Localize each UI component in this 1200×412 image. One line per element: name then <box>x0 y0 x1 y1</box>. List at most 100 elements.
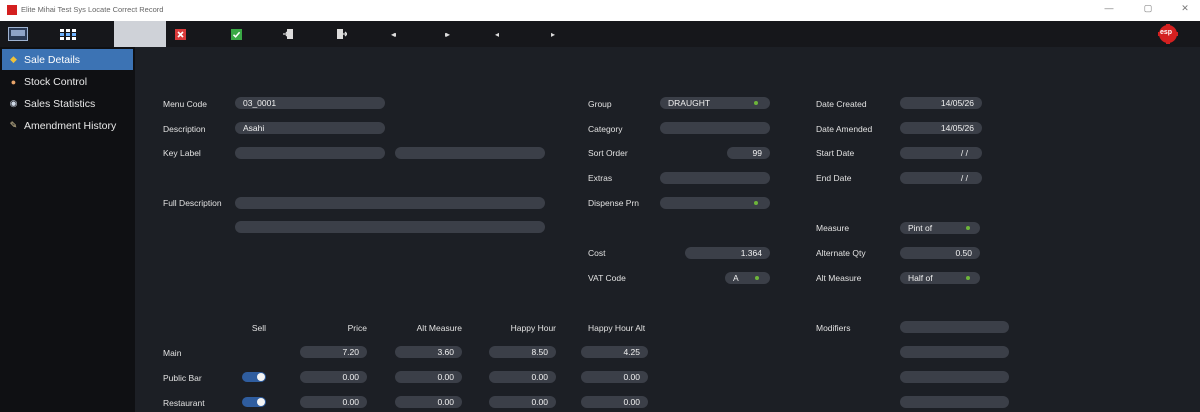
eye-icon: ◉ <box>9 98 18 108</box>
happy-hour-alt-field[interactable]: 0.00 <box>581 371 648 383</box>
dropdown-indicator-icon <box>755 276 759 280</box>
toolbar: ◂◂ ▸▸ ◂ ▸ esp <box>0 21 1200 47</box>
measure-label: Measure <box>816 223 850 233</box>
alternate-qty-field[interactable]: 0.50 <box>900 247 980 259</box>
confirm-button[interactable] <box>216 21 256 47</box>
dispense-prn-label: Dispense Prn <box>588 198 640 208</box>
modifiers-field-3[interactable] <box>900 371 1009 383</box>
end-date-label: End Date <box>816 173 852 183</box>
key-label-field-1[interactable] <box>235 147 385 159</box>
cancel-button[interactable] <box>160 21 200 47</box>
group-dropdown[interactable]: DRAUGHT <box>660 97 770 109</box>
export-icon <box>337 29 347 39</box>
sidebar-item-sale-details[interactable]: ◆ Sale Details <box>2 49 133 70</box>
alt-measure-price-field[interactable]: 0.00 <box>395 396 462 408</box>
row-name-restaurant: Restaurant <box>163 398 205 408</box>
sidebar-item-label: Stock Control <box>24 75 88 88</box>
date-amended-field[interactable]: 14/05/26 <box>900 122 982 134</box>
confirm-icon <box>230 28 242 40</box>
sidebar-item-sales-statistics[interactable]: ◉ Sales Statistics <box>2 93 133 114</box>
happy-hour-alt-header: Happy Hour Alt <box>588 323 646 333</box>
measure-dropdown[interactable]: Pint of <box>900 222 980 234</box>
sidebar-item-stock-control[interactable]: ● Stock Control <box>2 71 133 92</box>
previous-record-icon: ◂ <box>494 29 499 39</box>
happy-hour-alt-field[interactable]: 0.00 <box>581 396 648 408</box>
extras-field[interactable] <box>660 172 770 184</box>
date-amended-label: Date Amended <box>816 124 873 134</box>
mug-icon: ◆ <box>10 54 17 64</box>
full-description-field-1[interactable] <box>235 197 545 209</box>
full-description-field-2[interactable] <box>235 221 545 233</box>
keyboard-button[interactable] <box>0 21 36 47</box>
alt-measure-price-field[interactable]: 3.60 <box>395 346 462 358</box>
next-record-icon: ▸ <box>550 29 555 39</box>
start-date-label: Start Date <box>816 148 855 158</box>
cancel-icon <box>174 28 186 40</box>
export-button[interactable] <box>322 21 362 47</box>
menu-code-label: Menu Code <box>163 99 207 109</box>
description-label: Description <box>163 124 206 134</box>
import-button[interactable] <box>268 21 308 47</box>
dispense-prn-dropdown[interactable] <box>660 197 770 209</box>
alt-measure-dropdown[interactable]: Half of <box>900 272 980 284</box>
happy-hour-field[interactable]: 0.00 <box>489 396 556 408</box>
sell-toggle[interactable] <box>242 397 266 407</box>
menu-code-field[interactable]: 03_0001 <box>235 97 385 109</box>
price-field[interactable]: 0.00 <box>300 396 367 408</box>
logo-text: esp <box>1160 29 1173 36</box>
alt-measure-value: Half of <box>908 273 933 283</box>
extras-label: Extras <box>588 173 613 183</box>
alt-measure-header: Alt Measure <box>416 323 462 333</box>
esp-logo: esp <box>1157 24 1179 44</box>
keyboard-icon <box>8 27 28 41</box>
alt-measure-price-field[interactable]: 0.00 <box>395 371 462 383</box>
happy-hour-alt-field[interactable]: 4.25 <box>581 346 648 358</box>
description-field[interactable]: Asahi <box>235 122 385 134</box>
dropdown-indicator-icon <box>754 101 758 105</box>
modifiers-field-4[interactable] <box>900 396 1009 408</box>
start-date-field[interactable]: / / <box>900 147 982 159</box>
sell-header: Sell <box>251 323 266 333</box>
grid-button[interactable] <box>48 21 88 47</box>
sort-order-label: Sort Order <box>588 148 628 158</box>
alt-measure-label: Alt Measure <box>816 273 862 283</box>
sort-order-field[interactable]: 99 <box>727 147 770 159</box>
price-header: Price <box>347 323 367 333</box>
happy-hour-field[interactable]: 8.50 <box>489 346 556 358</box>
dropdown-indicator-icon <box>754 201 758 205</box>
previous-record-button[interactable]: ◂ <box>477 21 517 47</box>
happy-hour-field[interactable]: 0.00 <box>489 371 556 383</box>
price-field[interactable]: 0.00 <box>300 371 367 383</box>
group-value: DRAUGHT <box>668 98 711 108</box>
last-record-button[interactable]: ▸▸ <box>426 21 466 47</box>
first-record-icon: ◂◂ <box>390 29 396 39</box>
modifiers-field-2[interactable] <box>900 346 1009 358</box>
row-name-public-bar: Public Bar <box>163 373 202 383</box>
full-description-label: Full Description <box>163 198 222 208</box>
minimize-button[interactable]: — <box>1094 3 1124 17</box>
restore-button[interactable]: ▢ <box>1133 3 1163 17</box>
next-record-button[interactable]: ▸ <box>533 21 573 47</box>
key-label-field-2[interactable] <box>395 147 545 159</box>
sidebar-item-amendment-history[interactable]: ✎ Amendment History <box>2 115 133 136</box>
price-field[interactable]: 7.20 <box>300 346 367 358</box>
end-date-field[interactable]: / / <box>900 172 982 184</box>
date-created-label: Date Created <box>816 99 867 109</box>
group-label: Group <box>588 99 612 109</box>
category-label: Category <box>588 124 623 134</box>
first-record-button[interactable]: ◂◂ <box>372 21 412 47</box>
modifiers-field-1[interactable] <box>900 321 1009 333</box>
date-created-field[interactable]: 14/05/26 <box>900 97 982 109</box>
blank-tab-button[interactable] <box>114 21 166 47</box>
category-field[interactable] <box>660 122 770 134</box>
toggle-knob <box>257 373 265 381</box>
cost-field[interactable]: 1.364 <box>685 247 770 259</box>
vat-code-label: VAT Code <box>588 273 626 283</box>
measure-value: Pint of <box>908 223 933 233</box>
close-window-button[interactable]: ✕ <box>1170 3 1200 17</box>
app-icon <box>7 5 17 15</box>
sell-toggle[interactable] <box>242 372 266 382</box>
dropdown-indicator-icon <box>966 226 970 230</box>
cost-label: Cost <box>588 248 606 258</box>
vat-code-dropdown[interactable]: A <box>725 272 770 284</box>
